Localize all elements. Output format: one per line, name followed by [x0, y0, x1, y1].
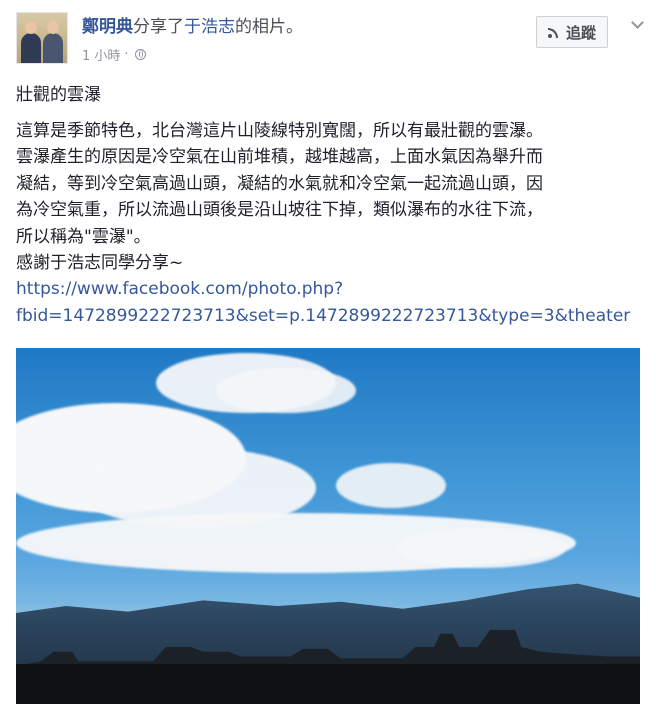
timestamp-link[interactable]: 1 小時	[82, 45, 120, 64]
post-line: 雲瀑產生的原因是冷空氣在山前堆積，越堆越高，上面水氣因為舉升而	[16, 147, 543, 168]
follow-label: 追蹤	[565, 23, 596, 42]
post-line: 凝結，等到冷空氣高過山頭，凝結的水氣就和冷空氣一起流過山頭，因	[16, 173, 543, 194]
shared-text: 分享了	[133, 17, 184, 37]
shared-suffix: 的相片。	[235, 17, 303, 37]
original-owner-link[interactable]: 于浩志	[184, 17, 235, 37]
post-line: 為冷空氣重，所以流過山頭後是沿山坡往下掉，類似瀑布的水往下流，	[16, 200, 543, 221]
post-line: 感謝于浩志同學分享~	[16, 253, 184, 274]
post-title: 壯觀的雲瀑	[16, 85, 101, 105]
author-name-link[interactable]: 鄭明典	[82, 17, 133, 37]
photo-link-line-2[interactable]: fbid=1472899222723713&set=p.147289922272…	[16, 303, 646, 329]
rss-icon	[547, 26, 560, 38]
photo-link-line-1[interactable]: https://www.facebook.com/photo.php?	[16, 276, 646, 302]
post-body: 這算是季節特色，北台灣這片山陵線特別寬闊，所以有最壯觀的雲瀑。 雲瀑產生的原因是…	[16, 118, 646, 329]
globe-icon[interactable]	[134, 49, 146, 60]
post-line: 這算是季節特色，北台灣這片山陵線特別寬闊，所以有最壯觀的雲瀑。	[16, 121, 543, 141]
chevron-down-icon[interactable]	[632, 20, 642, 30]
post-header-title: 鄭明典分享了于浩志的相片。	[82, 16, 303, 38]
post-line: 所以稱為"雲瀑"。	[16, 226, 151, 247]
foreground	[16, 664, 640, 704]
post-header: 鄭明典分享了于浩志的相片。 1 小時 · 追蹤	[16, 12, 644, 68]
avatar[interactable]	[16, 12, 68, 64]
cloud-waterfall-photo[interactable]	[16, 348, 640, 704]
post-meta: 1 小時 ·	[82, 45, 146, 64]
follow-button[interactable]: 追蹤	[535, 16, 608, 48]
